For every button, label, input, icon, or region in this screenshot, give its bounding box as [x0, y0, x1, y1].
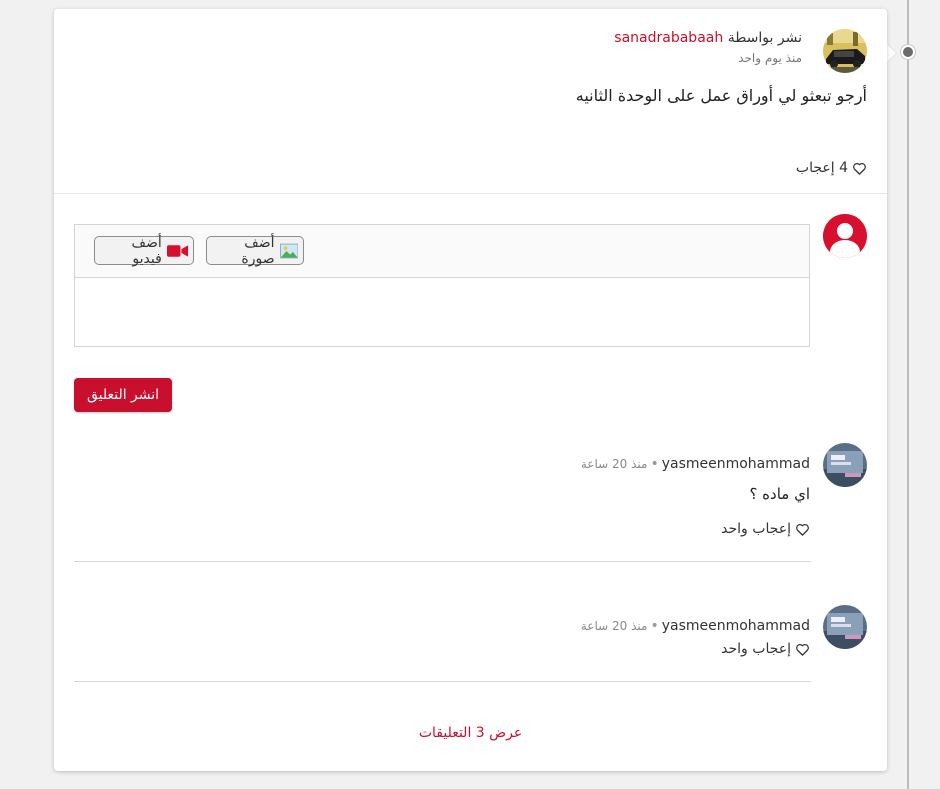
add-video-label: أضف فيديو: [131, 234, 162, 267]
profile-photo-icon: [823, 605, 867, 649]
post-body: أرجو تبعثو لي أوراق عمل على الوحدة الثان…: [575, 86, 867, 105]
comment-like-count: إعجاب واحد: [721, 641, 791, 657]
view-comments-link[interactable]: عرض 3 التعليقات: [54, 725, 887, 741]
comment-divider: [74, 561, 811, 562]
heart-icon: [796, 523, 809, 536]
heart-icon: [796, 643, 809, 656]
add-video-button[interactable]: أضف فيديو: [94, 234, 194, 267]
comment-body: اي ماده ؟: [749, 485, 810, 503]
card-pointer: [887, 44, 896, 62]
car-photo-icon: [823, 29, 867, 73]
comment-like-count: إعجاب واحد: [721, 521, 791, 537]
comment-author-avatar[interactable]: [823, 443, 867, 487]
post-author-line: نشر بواسطة sanadrababaah: [614, 30, 802, 46]
post-timestamp: منذ يوم واحد: [738, 51, 802, 65]
comment-author-link[interactable]: yasmeenmohammad: [662, 618, 810, 634]
post-like-count: 4 إعجاب: [795, 160, 848, 176]
comment-timestamp: منذ 20 ساعة: [580, 619, 648, 633]
timeline-line: [907, 0, 909, 789]
user-avatar-icon: [823, 214, 867, 258]
add-image-label: أضف صورة: [241, 234, 275, 267]
timeline-dot: [901, 45, 915, 59]
comment-like-button[interactable]: إعجاب واحد: [721, 521, 810, 537]
current-user-avatar: [823, 214, 867, 258]
comment-textarea[interactable]: [75, 278, 809, 346]
profile-photo-icon: [823, 443, 867, 487]
meta-separator: •: [650, 456, 659, 472]
posted-by-label: نشر بواسطة: [727, 30, 802, 46]
comment-like-button[interactable]: إعجاب واحد: [721, 641, 810, 657]
composer-toolbar: أضف صورة أضف فيديو: [75, 225, 809, 278]
comment-timestamp: منذ 20 ساعة: [580, 457, 648, 471]
post-divider: [54, 193, 887, 194]
comment-author-avatar[interactable]: [823, 605, 867, 649]
post-card: نشر بواسطة sanadrababaah منذ يوم واحد أر…: [54, 9, 887, 771]
post-like-button[interactable]: 4 إعجاب: [796, 160, 867, 176]
post-author-link[interactable]: sanadrababaah: [614, 30, 723, 46]
add-image-button[interactable]: أضف صورة: [206, 234, 304, 267]
image-icon: [279, 243, 298, 258]
meta-separator: •: [650, 618, 659, 634]
comment-composer: أضف صورة أضف فيديو: [74, 224, 810, 347]
publish-comment-button[interactable]: انشر التعليق: [74, 378, 172, 412]
comment-divider: [74, 681, 811, 682]
comment-author-link[interactable]: yasmeenmohammad: [662, 456, 810, 472]
post-author-avatar[interactable]: [823, 29, 867, 73]
comment-meta: yasmeenmohammad•منذ 20 ساعة: [581, 618, 810, 634]
comment-meta: yasmeenmohammad•منذ 20 ساعة: [581, 456, 810, 472]
heart-icon: [853, 162, 866, 175]
video-camera-icon: [166, 244, 188, 257]
